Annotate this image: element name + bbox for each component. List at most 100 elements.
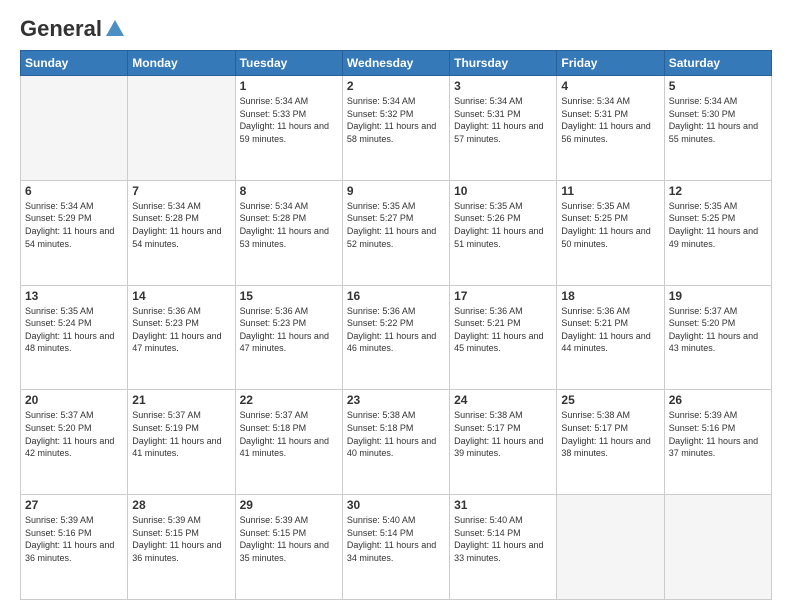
calendar-cell <box>664 495 771 600</box>
logo-icon <box>104 18 126 40</box>
day-number: 23 <box>347 393 445 407</box>
day-detail: Sunrise: 5:39 AMSunset: 5:16 PMDaylight:… <box>669 409 767 459</box>
day-detail: Sunrise: 5:35 AMSunset: 5:24 PMDaylight:… <box>25 305 123 355</box>
day-number: 14 <box>132 289 230 303</box>
logo: General <box>20 16 126 42</box>
calendar-cell: 6 Sunrise: 5:34 AMSunset: 5:29 PMDaylight… <box>21 180 128 285</box>
day-number: 24 <box>454 393 552 407</box>
weekday-header: Saturday <box>664 51 771 76</box>
day-detail: Sunrise: 5:35 AMSunset: 5:25 PMDaylight:… <box>561 200 659 250</box>
calendar-week-row: 6 Sunrise: 5:34 AMSunset: 5:29 PMDaylight… <box>21 180 772 285</box>
calendar-cell: 16Sunrise: 5:36 AMSunset: 5:22 PMDayligh… <box>342 285 449 390</box>
day-detail: Sunrise: 5:38 AMSunset: 5:17 PMDaylight:… <box>454 409 552 459</box>
weekday-header: Tuesday <box>235 51 342 76</box>
calendar-cell: 19 Sunrise: 5:37 AMSunset: 5:20 PMDayligh… <box>664 285 771 390</box>
calendar-cell: 5 Sunrise: 5:34 AMSunset: 5:30 PMDaylight… <box>664 76 771 181</box>
calendar-cell: 2Sunrise: 5:34 AMSunset: 5:32 PMDaylight… <box>342 76 449 181</box>
calendar-cell: 24 Sunrise: 5:38 AMSunset: 5:17 PMDayligh… <box>450 390 557 495</box>
day-detail: Sunrise: 5:40 AMSunset: 5:14 PMDaylight:… <box>347 514 445 564</box>
day-detail: Sunrise: 5:34 AMSunset: 5:28 PMDaylight:… <box>132 200 230 250</box>
calendar-cell: 10Sunrise: 5:35 AMSunset: 5:26 PMDayligh… <box>450 180 557 285</box>
day-detail: Sunrise: 5:39 AMSunset: 5:16 PMDaylight:… <box>25 514 123 564</box>
day-number: 5 <box>669 79 767 93</box>
day-number: 28 <box>132 498 230 512</box>
day-detail: Sunrise: 5:34 AMSunset: 5:30 PMDaylight:… <box>669 95 767 145</box>
logo-general: General <box>20 16 102 42</box>
calendar-cell: 13 Sunrise: 5:35 AMSunset: 5:24 PMDayligh… <box>21 285 128 390</box>
calendar-week-row: 13 Sunrise: 5:35 AMSunset: 5:24 PMDayligh… <box>21 285 772 390</box>
calendar-cell: 30 Sunrise: 5:40 AMSunset: 5:14 PMDayligh… <box>342 495 449 600</box>
calendar-cell: 22Sunrise: 5:37 AMSunset: 5:18 PMDayligh… <box>235 390 342 495</box>
day-detail: Sunrise: 5:35 AMSunset: 5:26 PMDaylight:… <box>454 200 552 250</box>
day-number: 30 <box>347 498 445 512</box>
day-number: 13 <box>25 289 123 303</box>
calendar-cell: 8 Sunrise: 5:34 AMSunset: 5:28 PMDaylight… <box>235 180 342 285</box>
day-detail: Sunrise: 5:39 AMSunset: 5:15 PMDaylight:… <box>240 514 338 564</box>
calendar-cell: 9 Sunrise: 5:35 AMSunset: 5:27 PMDaylight… <box>342 180 449 285</box>
calendar-cell: 14 Sunrise: 5:36 AMSunset: 5:23 PMDayligh… <box>128 285 235 390</box>
day-number: 7 <box>132 184 230 198</box>
header: General <box>20 16 772 42</box>
calendar-cell: 15 Sunrise: 5:36 AMSunset: 5:23 PMDayligh… <box>235 285 342 390</box>
day-number: 27 <box>25 498 123 512</box>
page: General SundayMondayTuesdayWednesdayThur… <box>0 0 792 612</box>
calendar-table: SundayMondayTuesdayWednesdayThursdayFrid… <box>20 50 772 600</box>
day-detail: Sunrise: 5:34 AMSunset: 5:32 PMDaylight:… <box>347 95 445 145</box>
day-detail: Sunrise: 5:38 AMSunset: 5:17 PMDaylight:… <box>561 409 659 459</box>
calendar-cell: 27 Sunrise: 5:39 AMSunset: 5:16 PMDayligh… <box>21 495 128 600</box>
day-number: 12 <box>669 184 767 198</box>
day-number: 20 <box>25 393 123 407</box>
day-number: 18 <box>561 289 659 303</box>
weekday-header: Monday <box>128 51 235 76</box>
day-detail: Sunrise: 5:40 AMSunset: 5:14 PMDaylight:… <box>454 514 552 564</box>
calendar-cell: 20 Sunrise: 5:37 AMSunset: 5:20 PMDayligh… <box>21 390 128 495</box>
calendar-cell: 3 Sunrise: 5:34 AMSunset: 5:31 PMDaylight… <box>450 76 557 181</box>
calendar-cell: 31Sunrise: 5:40 AMSunset: 5:14 PMDayligh… <box>450 495 557 600</box>
calendar-cell: 21Sunrise: 5:37 AMSunset: 5:19 PMDayligh… <box>128 390 235 495</box>
day-detail: Sunrise: 5:34 AMSunset: 5:29 PMDaylight:… <box>25 200 123 250</box>
weekday-header: Wednesday <box>342 51 449 76</box>
day-detail: Sunrise: 5:36 AMSunset: 5:21 PMDaylight:… <box>454 305 552 355</box>
day-detail: Sunrise: 5:34 AMSunset: 5:31 PMDaylight:… <box>561 95 659 145</box>
weekday-header: Friday <box>557 51 664 76</box>
day-detail: Sunrise: 5:37 AMSunset: 5:19 PMDaylight:… <box>132 409 230 459</box>
day-number: 8 <box>240 184 338 198</box>
day-number: 29 <box>240 498 338 512</box>
day-detail: Sunrise: 5:37 AMSunset: 5:20 PMDaylight:… <box>669 305 767 355</box>
day-detail: Sunrise: 5:34 AMSunset: 5:28 PMDaylight:… <box>240 200 338 250</box>
calendar-cell: 11 Sunrise: 5:35 AMSunset: 5:25 PMDayligh… <box>557 180 664 285</box>
calendar-cell: 25 Sunrise: 5:38 AMSunset: 5:17 PMDayligh… <box>557 390 664 495</box>
day-number: 9 <box>347 184 445 198</box>
day-number: 6 <box>25 184 123 198</box>
day-number: 15 <box>240 289 338 303</box>
calendar-cell <box>557 495 664 600</box>
day-number: 3 <box>454 79 552 93</box>
calendar-week-row: 20 Sunrise: 5:37 AMSunset: 5:20 PMDayligh… <box>21 390 772 495</box>
day-detail: Sunrise: 5:35 AMSunset: 5:27 PMDaylight:… <box>347 200 445 250</box>
day-detail: Sunrise: 5:36 AMSunset: 5:23 PMDaylight:… <box>240 305 338 355</box>
day-number: 16 <box>347 289 445 303</box>
day-number: 11 <box>561 184 659 198</box>
calendar-cell: 18 Sunrise: 5:36 AMSunset: 5:21 PMDayligh… <box>557 285 664 390</box>
day-detail: Sunrise: 5:38 AMSunset: 5:18 PMDaylight:… <box>347 409 445 459</box>
weekday-header-row: SundayMondayTuesdayWednesdayThursdayFrid… <box>21 51 772 76</box>
day-detail: Sunrise: 5:36 AMSunset: 5:23 PMDaylight:… <box>132 305 230 355</box>
day-number: 17 <box>454 289 552 303</box>
calendar-cell <box>128 76 235 181</box>
calendar-cell: 28 Sunrise: 5:39 AMSunset: 5:15 PMDayligh… <box>128 495 235 600</box>
day-number: 19 <box>669 289 767 303</box>
calendar-cell <box>21 76 128 181</box>
day-detail: Sunrise: 5:37 AMSunset: 5:20 PMDaylight:… <box>25 409 123 459</box>
day-number: 26 <box>669 393 767 407</box>
day-number: 22 <box>240 393 338 407</box>
day-number: 25 <box>561 393 659 407</box>
day-detail: Sunrise: 5:39 AMSunset: 5:15 PMDaylight:… <box>132 514 230 564</box>
day-detail: Sunrise: 5:34 AMSunset: 5:31 PMDaylight:… <box>454 95 552 145</box>
day-number: 4 <box>561 79 659 93</box>
calendar-cell: 26 Sunrise: 5:39 AMSunset: 5:16 PMDayligh… <box>664 390 771 495</box>
day-detail: Sunrise: 5:36 AMSunset: 5:21 PMDaylight:… <box>561 305 659 355</box>
weekday-header: Sunday <box>21 51 128 76</box>
calendar-cell: 7 Sunrise: 5:34 AMSunset: 5:28 PMDaylight… <box>128 180 235 285</box>
calendar-cell: 17 Sunrise: 5:36 AMSunset: 5:21 PMDayligh… <box>450 285 557 390</box>
weekday-header: Thursday <box>450 51 557 76</box>
